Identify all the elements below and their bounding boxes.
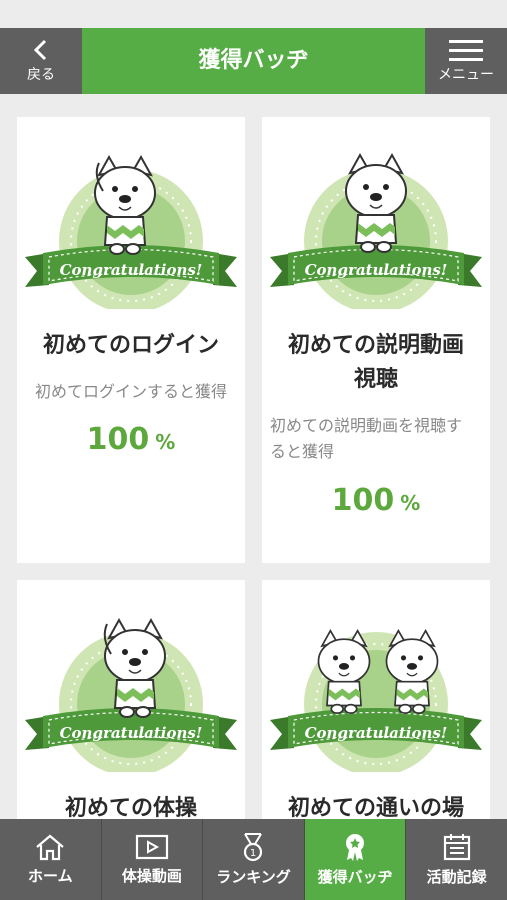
congratulations-badge-image: Congratulations! [25,156,237,309]
tab-activity-log[interactable]: 活動記録 [406,819,507,900]
svg-text:Congratulations!: Congratulations! [305,724,448,742]
back-button[interactable]: 戻る [0,28,82,94]
badge-description-line2: ると獲得 [270,442,335,461]
header: 戻る 獲得バッヂ メニュー [0,28,507,94]
tab-label: ランキング [216,868,291,886]
home-icon [36,834,65,861]
badge-name: 初めての通いの場 [287,796,464,819]
tab-label: ホーム [28,867,73,885]
badge-name: 初めての体操 [64,796,197,819]
badge-list: Congratulations! 初めてのログイン 初めてログインすると獲得 1… [0,94,507,819]
tab-exercise-videos[interactable]: 体操動画 [102,819,204,900]
progress-value: 100 [86,422,150,457]
badge-name: 初めてのログイン [42,333,219,358]
badge-progress: 100% [17,422,245,457]
badge-description: 初めての説明動画を視聴す ると獲得 [270,413,482,465]
congratulations-badge-image: Congratulations! [270,154,482,309]
badge-card[interactable]: Congratulations! 初めての体操 [17,580,245,819]
page-title: 獲得バッヂ [198,48,309,73]
progress-value: 100 [331,483,395,518]
badge-name-line1: 初めての説明動画 [287,333,464,358]
menu-label: メニュー [438,67,494,83]
badge-description-line1: 初めての説明動画を視聴す [270,416,463,435]
badge-card[interactable]: Congratulations! 初めてのログイン 初めてログインすると獲得 1… [17,117,245,563]
calendar-icon [443,834,470,861]
svg-text:Congratulations!: Congratulations! [305,261,448,279]
badge-name-line2: 視聴 [353,367,398,392]
tab-label: 体操動画 [121,867,182,885]
badge-card[interactable]: Congratulations! 初めての通いの場 [262,580,490,819]
chevron-left-icon [33,39,47,61]
congratulations-badge-image: Congratulations! [25,619,237,772]
badge-card[interactable]: Congratulations! 初めての説明動画 視聴 初めての説明動画を視聴… [262,117,490,563]
svg-text:Congratulations!: Congratulations! [60,261,203,279]
menu-button[interactable]: メニュー [425,28,507,94]
tab-home[interactable]: ホーム [0,819,102,900]
congratulations-badge-image: Congratulations! [270,629,482,772]
status-bar [0,0,507,28]
badge-progress: 100% [262,483,490,518]
medal-icon: 1 [244,833,263,862]
svg-text:1: 1 [250,848,256,859]
bottom-tab-bar: ホーム 体操動画 1 ランキング 獲得バッヂ 活動記録 [0,819,507,900]
tab-ranking[interactable]: 1 ランキング [203,819,305,900]
video-icon [135,834,168,860]
hamburger-icon [449,40,483,61]
tab-label: 活動記録 [426,868,487,886]
progress-unit: % [155,430,176,454]
tab-earned-badges[interactable]: 獲得バッヂ [304,819,407,900]
badge-description: 初めてログインすると獲得 [34,382,227,401]
back-label: 戻る [27,67,55,83]
tab-label: 獲得バッヂ [317,868,393,886]
svg-text:Congratulations!: Congratulations! [60,724,203,742]
progress-unit: % [400,491,421,515]
badge-name: 初めての説明動画 視聴 [270,329,482,397]
badge-icon [346,834,365,861]
